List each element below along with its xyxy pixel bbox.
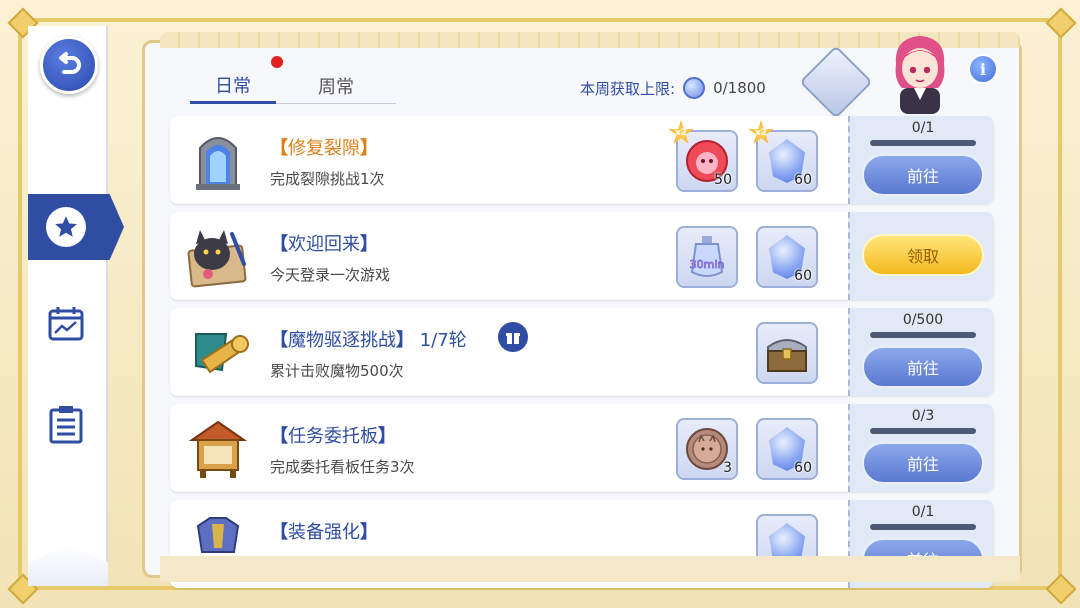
reward-item[interactable]: 30min (676, 226, 738, 288)
claim-button[interactable]: 领取 (862, 234, 984, 276)
cat-picture-icon (184, 222, 252, 290)
treasure-chest-icon (767, 339, 807, 372)
reward-item[interactable]: 60 (756, 418, 818, 480)
task-description: 完成委托看板任务3次 (270, 458, 415, 476)
reward-item[interactable]: x2 50 (668, 120, 738, 192)
task-action-zone: 领取 (848, 212, 994, 300)
progress-bar (870, 140, 976, 146)
task-action-zone: 0/500 前往 (848, 308, 994, 396)
task-row: 【欢迎回来】 今天登录一次游戏 30min 60 领取 (170, 212, 994, 300)
task-title: 【任务委托板】 (270, 426, 396, 447)
reward-item[interactable]: 3 (676, 418, 738, 480)
clipboard-icon (49, 406, 83, 444)
panel-bottom-mask (160, 556, 1020, 582)
progress-bar (870, 428, 976, 434)
progress-text: 0/3 (911, 408, 935, 424)
task-title: 【魔物驱逐挑战】 1/7轮 (270, 330, 467, 351)
back-arrow-icon (59, 52, 81, 74)
reward-quantity: 60 (794, 268, 812, 284)
progress-text: 0/1 (911, 504, 935, 520)
horn-banner-icon (184, 318, 252, 386)
task-row: 【任务委托板】 完成委托看板任务3次 3 60 0/3 前往 (170, 404, 994, 492)
progress-text: 0/500 (902, 312, 944, 328)
corner-ornament (1046, 574, 1072, 600)
back-button[interactable] (40, 36, 98, 94)
weekly-limit: 本周获取上限: 0/1800 (580, 76, 766, 100)
task-row: 【魔物驱逐挑战】 1/7轮 累计击败魔物500次 0/500 前往 (170, 308, 994, 396)
portal-gate-icon (184, 126, 252, 194)
potion-30min-icon: 30min (689, 236, 725, 277)
task-action-zone: 0/1 前往 (848, 116, 994, 204)
task-row: 【修复裂隙】 完成裂隙挑战1次 x2 50 x2 60 0/1 前往 (170, 116, 994, 204)
tab-weekly[interactable]: 周常 (276, 68, 396, 104)
corner-ornament (1046, 8, 1072, 34)
star-icon (55, 216, 77, 237)
task-title: 【欢迎回来】 (270, 234, 378, 255)
gift-icon (506, 333, 520, 344)
chart-calendar-icon (48, 307, 84, 341)
task-description: 累计击败魔物500次 (270, 362, 404, 380)
gift-badge[interactable] (498, 322, 528, 352)
task-title: 【修复裂隙】 (270, 138, 378, 159)
character-avatar (888, 30, 952, 114)
weekly-limit-value: 0/1800 (713, 79, 766, 97)
task-description: 完成裂隙挑战1次 (270, 170, 385, 188)
tab-bar: 日常 周常 (190, 68, 396, 106)
progress-bar (870, 332, 976, 338)
sidebar-item-stats[interactable] (44, 302, 88, 346)
reward-item[interactable]: x2 60 (748, 120, 818, 192)
task-action-zone: 0/3 前往 (848, 404, 994, 492)
crystal-icon (683, 77, 706, 99)
progress-text: 0/1 (911, 120, 935, 136)
reward-item[interactable] (756, 322, 818, 384)
tab-daily[interactable]: 日常 (190, 68, 276, 104)
reward-quantity: 3 (723, 460, 732, 476)
task-description: 今天登录一次游戏 (270, 266, 391, 284)
sidebar-item-tasks[interactable] (28, 194, 124, 260)
reward-quantity: 60 (794, 172, 812, 188)
task-title: 【装备强化】 (270, 522, 378, 543)
potion-duration-label: 30min (690, 258, 725, 271)
notification-dot (271, 56, 283, 68)
multiplier-badge: x2 (748, 120, 774, 144)
progress-bar (870, 524, 976, 530)
go-button[interactable]: 前往 (862, 442, 984, 484)
star-badge (46, 207, 86, 247)
go-button[interactable]: 前往 (862, 346, 984, 388)
reward-item[interactable]: 60 (756, 226, 818, 288)
reward-quantity: 50 (714, 172, 732, 188)
sidebar-item-schedule[interactable] (44, 402, 88, 446)
weekly-limit-label: 本周获取上限: (580, 79, 676, 98)
info-button[interactable]: i (968, 54, 998, 84)
go-button[interactable]: 前往 (862, 154, 984, 196)
reward-quantity: 60 (794, 460, 812, 476)
notice-board-icon (184, 414, 252, 482)
